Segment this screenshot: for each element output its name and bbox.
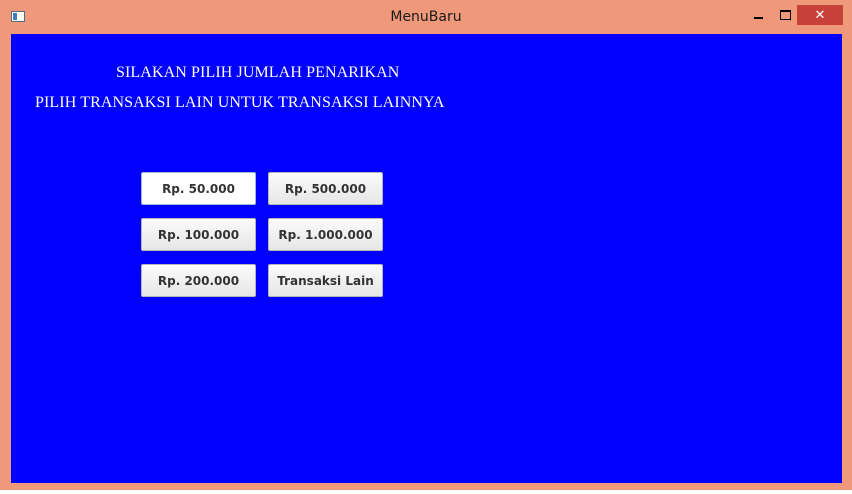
- amount-100000-button[interactable]: Rp. 100.000: [141, 218, 256, 251]
- title-bar[interactable]: MenuBaru ✕: [0, 0, 852, 34]
- other-transaction-button[interactable]: Transaksi Lain: [268, 264, 383, 297]
- amount-50000-button[interactable]: Rp. 50.000: [141, 172, 256, 205]
- close-icon: ✕: [814, 7, 826, 23]
- app-window: MenuBaru ✕ SILAKAN PILIH JUMLAH PENARIKA…: [0, 0, 852, 490]
- amount-1000000-button[interactable]: Rp. 1.000.000: [268, 218, 383, 251]
- amount-500000-button[interactable]: Rp. 500.000: [268, 172, 383, 205]
- minimize-button[interactable]: [748, 5, 768, 25]
- window-title: MenuBaru: [390, 9, 462, 25]
- main-panel: SILAKAN PILIH JUMLAH PENARIKAN PILIH TRA…: [11, 34, 842, 483]
- heading-other-transaction: PILIH TRANSAKSI LAIN UNTUK TRANSAKSI LAI…: [35, 94, 445, 111]
- close-button[interactable]: ✕: [797, 5, 843, 25]
- heading-select-amount: SILAKAN PILIH JUMLAH PENARIKAN: [116, 64, 400, 81]
- maximize-button[interactable]: [775, 5, 795, 25]
- amount-200000-button[interactable]: Rp. 200.000: [141, 264, 256, 297]
